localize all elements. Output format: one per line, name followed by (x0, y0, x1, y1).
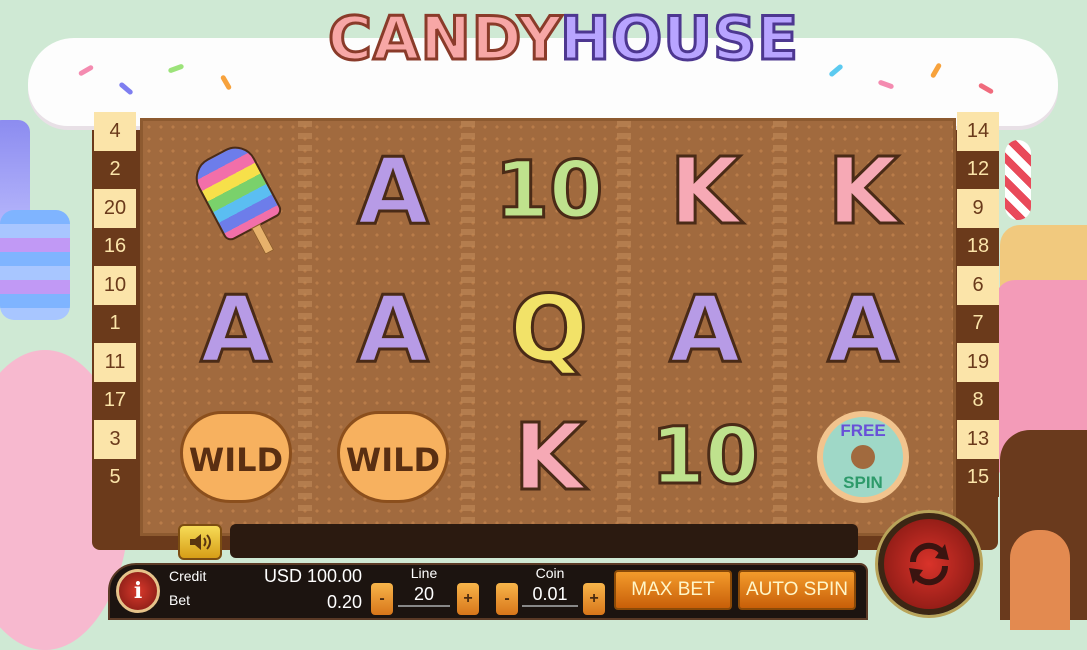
symbol-k: K (798, 131, 928, 251)
spin-button[interactable] (878, 513, 980, 615)
payline-number: 19 (957, 343, 999, 382)
payline-number: 2 (94, 150, 136, 189)
credit-label: Credit (169, 568, 207, 584)
payline-number: 17 (94, 381, 136, 420)
payline-number: 18 (957, 227, 999, 266)
symbol-letter: K (512, 402, 586, 512)
symbol-a: A (171, 269, 301, 389)
payline-number: 20 (94, 189, 136, 228)
payline-number: 9 (957, 189, 999, 228)
symbol-letter: A (668, 274, 742, 384)
bg-candy-cane (1005, 140, 1031, 220)
payline-number: 13 (957, 420, 999, 459)
symbol-a: A (798, 269, 928, 389)
payline-number: 6 (957, 266, 999, 305)
free-label: FREE (840, 421, 886, 440)
spin-label: SPIN (843, 473, 883, 492)
symbol-k: K (484, 397, 614, 517)
symbol-letter: A (356, 274, 430, 384)
symbol-letter: K (826, 136, 900, 246)
max-bet-button[interactable]: MAX BET (614, 570, 732, 610)
message-bar (230, 524, 858, 558)
symbol-free-spin: FREE SPIN (798, 397, 928, 517)
reel-area: A WILD A A WILD 10 Q K K A 10 K A FREE SPIN (140, 118, 956, 536)
line-minus-button[interactable]: - (371, 583, 393, 615)
info-icon: i (133, 578, 143, 604)
wild-label: WILD (345, 441, 441, 479)
bg-popsicle (0, 210, 70, 320)
bet-value: 0.20 (326, 592, 362, 612)
symbol-letter: K (668, 136, 742, 246)
symbol-letter: A (826, 274, 900, 384)
symbol-k: K (640, 131, 770, 251)
payline-number: 5 (94, 458, 136, 497)
wild-label: WILD (188, 441, 284, 479)
credit-value: USD 100.00 (263, 566, 362, 586)
symbol-wild: WILD (328, 397, 458, 517)
payline-number: 14 (957, 112, 999, 151)
payline-number: 8 (957, 381, 999, 420)
coin-label: Coin (535, 565, 565, 581)
symbol-wild: WILD (171, 397, 301, 517)
auto-spin-button[interactable]: AUTO SPIN (738, 570, 856, 610)
payline-number: 1 (94, 304, 136, 343)
symbol-letter: A (199, 274, 273, 384)
symbol-letter: 10 (493, 145, 605, 238)
symbol-letter: 10 (649, 411, 761, 504)
payline-number: 12 (957, 150, 999, 189)
coin-minus-button[interactable]: - (496, 583, 518, 615)
coin-value: 0.01 (522, 584, 578, 607)
symbol-10: 10 (640, 397, 770, 517)
payline-numbers-right: 14 12 9 18 6 7 19 8 13 15 (957, 112, 999, 524)
refresh-arrows-icon (909, 542, 949, 586)
payline-number: 3 (94, 420, 136, 459)
payline-number: 7 (957, 304, 999, 343)
payline-number: 4 (94, 112, 136, 151)
line-value: 20 (398, 584, 450, 607)
donut-icon: FREE SPIN (817, 411, 909, 503)
bg-gingerbread (1010, 530, 1070, 630)
payline-number: 11 (94, 343, 136, 382)
symbol-a: A (328, 269, 458, 389)
symbol-letter: Q (508, 274, 589, 384)
symbol-letter: A (356, 136, 430, 246)
sound-button[interactable] (178, 524, 222, 560)
symbol-10: 10 (484, 131, 614, 251)
payline-number: 15 (957, 458, 999, 497)
line-label: Line (410, 565, 438, 581)
line-plus-button[interactable]: + (457, 583, 479, 615)
symbol-popsicle (171, 131, 301, 251)
symbol-a: A (640, 269, 770, 389)
payline-number: 16 (94, 227, 136, 266)
payline-numbers-left: 4 2 20 16 10 1 11 17 3 5 (94, 112, 136, 524)
speaker-icon (190, 534, 211, 550)
popsicle-icon (188, 138, 284, 244)
info-button[interactable]: i (116, 569, 160, 613)
payline-number: 10 (94, 266, 136, 305)
title-candy: CANDY (327, 3, 564, 76)
symbol-q: Q (484, 269, 614, 389)
bet-label: Bet (169, 592, 191, 608)
coin-plus-button[interactable]: + (583, 583, 605, 615)
title-house: HOUSE (558, 3, 800, 76)
symbol-a: A (328, 131, 458, 251)
